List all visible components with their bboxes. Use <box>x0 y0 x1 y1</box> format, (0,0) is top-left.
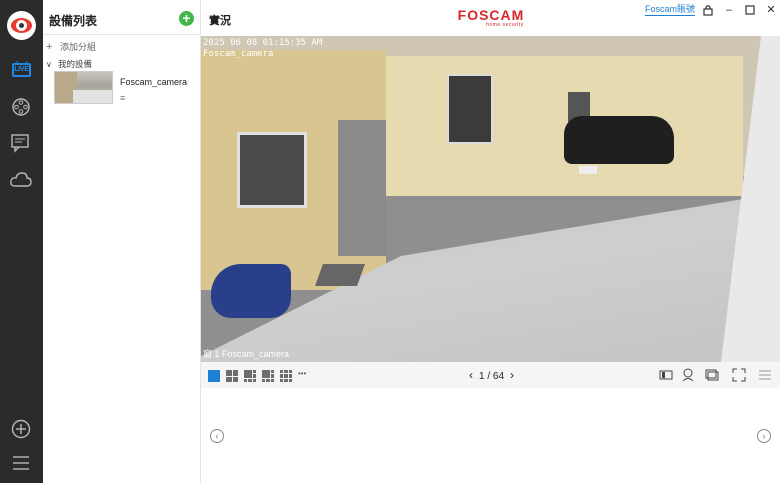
add-device-button[interactable]: + <box>179 11 194 26</box>
my-devices-group[interactable]: ∨ 我的設備 <box>46 58 92 70</box>
list-view-icon[interactable] <box>757 367 773 383</box>
layout-6-icon[interactable] <box>244 370 256 382</box>
menu-icon[interactable] <box>9 452 33 474</box>
layout-9-icon[interactable] <box>280 370 292 382</box>
device-panel: 設備列表 + + 添加分組 ∨ 我的設備 Foscam_camera ≡ <box>43 0 201 483</box>
layout-8-icon[interactable] <box>262 370 274 382</box>
close-all-icon[interactable] <box>704 367 720 383</box>
message-icon[interactable] <box>9 132 33 154</box>
pager: ‹ 1 / 64 › <box>463 368 520 382</box>
add-group-label: 添加分組 <box>60 42 97 52</box>
page-title: 實況 <box>209 15 231 27</box>
brand-tagline: home security <box>486 22 524 28</box>
maximize-icon[interactable] <box>743 3 757 17</box>
scroll-left-button[interactable]: ‹ <box>210 429 224 443</box>
device-list-title: 設備列表 <box>49 14 98 28</box>
fullscreen-icon[interactable] <box>731 367 747 383</box>
account-link[interactable]: Foscam賬號 <box>645 4 696 16</box>
page-total: 64 <box>492 371 505 382</box>
timestamp-line: 2025 06 08 01:15:35 AM <box>203 38 323 48</box>
video-timestamp: 2025 06 08 01:15:35 AM Foscam_camera <box>203 38 322 60</box>
video-feed[interactable]: 2025 06 08 01:15:35 AM Foscam_camera 窗 1… <box>201 36 780 362</box>
add-group-button[interactable]: + 添加分組 <box>46 40 96 53</box>
window-label: 窗 1 Foscam_camera <box>203 349 290 359</box>
page-current: 1 <box>479 371 485 382</box>
lock-icon[interactable] <box>701 3 715 17</box>
next-page-button[interactable]: › <box>510 368 514 382</box>
record-icon[interactable] <box>658 367 674 383</box>
cloud-icon[interactable] <box>9 169 33 191</box>
scroll-right-button[interactable]: › <box>757 429 771 443</box>
main-area: 實況 FOSCAM home security Foscam賬號 – ✕ 202… <box>201 0 780 483</box>
brand-logo: FOSCAM home security <box>451 8 531 28</box>
divider <box>43 34 201 35</box>
brand-name: FOSCAM <box>457 7 525 23</box>
add-icon[interactable] <box>9 418 33 440</box>
left-rail: LIVE <box>0 0 43 483</box>
timestamp-camera: Foscam_camera <box>203 49 274 59</box>
minimize-icon[interactable]: – <box>722 3 736 17</box>
camera-name[interactable]: Foscam_camera <box>120 77 187 87</box>
talk-icon[interactable] <box>680 367 696 383</box>
layout-4-icon[interactable] <box>226 370 238 382</box>
playback-icon[interactable] <box>9 96 33 118</box>
page-separator: / <box>487 371 491 382</box>
view-toolbar: ••• ‹ 1 / 64 › <box>201 362 780 388</box>
app-logo-icon <box>7 11 36 40</box>
camera-thumbnail[interactable] <box>54 71 113 104</box>
layout-1-icon[interactable] <box>208 370 220 382</box>
plus-icon: + <box>46 41 53 53</box>
live-icon[interactable]: LIVE <box>12 63 31 77</box>
more-layouts-button[interactable]: ••• <box>298 369 306 378</box>
close-icon[interactable]: ✕ <box>764 3 778 17</box>
my-devices-label: 我的設備 <box>58 59 93 69</box>
camera-settings-icon[interactable]: ≡ <box>120 93 125 103</box>
lower-panel: ‹ › <box>201 388 780 483</box>
prev-page-button[interactable]: ‹ <box>469 368 473 382</box>
live-label: LIVE <box>14 66 29 73</box>
chevron-down-icon: ∨ <box>46 60 52 69</box>
